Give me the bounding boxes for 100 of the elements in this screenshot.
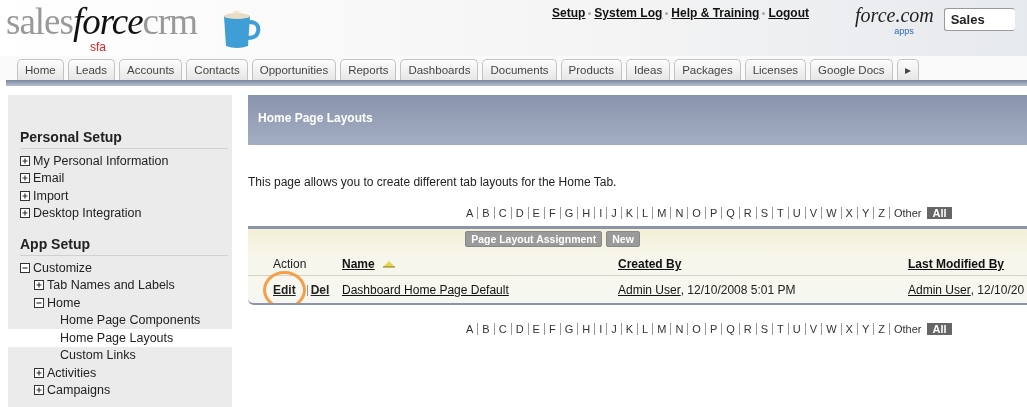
filter-letter[interactable]: N [675, 207, 684, 219]
filter-letter[interactable]: F [548, 323, 556, 335]
nav-tab[interactable]: Packages [674, 59, 741, 80]
filter-letter[interactable]: T [777, 207, 784, 219]
nav-tab[interactable]: Products [560, 59, 622, 80]
filter-letter[interactable]: X [845, 323, 853, 335]
column-header[interactable]: Name [342, 257, 395, 271]
filter-letter[interactable]: F [548, 207, 556, 219]
filter-letter[interactable]: B [482, 323, 490, 335]
sidebar-item[interactable]: Tab Names and Labels [8, 276, 232, 294]
filter-letter[interactable]: U [792, 323, 801, 335]
expand-icon [20, 190, 30, 201]
filter-letter[interactable]: I [599, 323, 603, 335]
sidebar-item[interactable]: Import [8, 187, 232, 205]
filter-letter[interactable]: K [625, 207, 634, 219]
filter-letter[interactable]: R [743, 207, 752, 219]
action-link[interactable]: Del [310, 283, 330, 297]
filter-letter[interactable]: D [515, 323, 524, 335]
nav-tab[interactable]: Reports [340, 59, 397, 80]
filter-letter[interactable]: H [582, 323, 591, 335]
nav-tab[interactable]: Google Docs [810, 59, 893, 80]
sidebar-item[interactable]: Desktop Integration [8, 204, 232, 222]
filter-letter[interactable]: Q [726, 207, 735, 219]
filter-letter[interactable]: V [809, 207, 818, 219]
filter-letter[interactable]: H [582, 207, 591, 219]
app-menu[interactable]: Sales [943, 8, 1015, 31]
header-link[interactable]: Help & Training [671, 6, 760, 20]
sidebar-item[interactable]: Home Page Layouts [8, 329, 232, 347]
filter-letter[interactable]: E [532, 323, 540, 335]
filter-letter[interactable]: W [826, 207, 837, 219]
nav-tab[interactable]: ▸ [896, 59, 919, 80]
column-header[interactable]: Created By [618, 257, 682, 271]
filter-letter[interactable]: Other [893, 323, 922, 335]
header-link[interactable]: Setup [552, 6, 586, 20]
nav-tab[interactable]: Contacts [186, 59, 248, 80]
sidebar-item[interactable]: Email [8, 169, 232, 187]
filter-letter[interactable]: Z [878, 207, 885, 219]
header-link[interactable]: System Log [594, 6, 663, 20]
filter-letter[interactable]: D [515, 207, 524, 219]
filter-letter[interactable]: J [611, 323, 617, 335]
user-link[interactable]: Admin User [618, 283, 681, 297]
filter-letter[interactable]: J [611, 207, 617, 219]
filter-letter[interactable]: E [532, 207, 540, 219]
filter-letter[interactable]: A [466, 323, 474, 335]
sidebar-item[interactable]: Home [8, 294, 232, 312]
filter-letter[interactable]: M [657, 323, 667, 335]
filter-letter[interactable]: T [777, 323, 784, 335]
nav-tab[interactable]: Licenses [744, 59, 807, 80]
filter-letter[interactable]: C [498, 207, 507, 219]
sidebar-item[interactable]: Activities [8, 364, 232, 382]
filter-letter[interactable]: G [564, 207, 574, 219]
filter-letter[interactable]: S [760, 323, 769, 335]
filter-letter[interactable]: X [845, 207, 853, 219]
column-header[interactable]: Last Modified By [908, 257, 1004, 271]
filter-letter[interactable]: A [466, 207, 474, 219]
filter-letter[interactable]: B [482, 207, 490, 219]
filter-letter[interactable]: M [657, 207, 667, 219]
filter-letter[interactable]: Q [726, 323, 735, 335]
filter-letter[interactable]: W [826, 323, 837, 335]
filter-letter[interactable]: G [564, 323, 574, 335]
expand-icon [34, 280, 44, 291]
filter-letter[interactable]: O [692, 207, 701, 219]
filter-letter[interactable]: R [743, 323, 752, 335]
filter-letter[interactable]: Other [893, 207, 922, 219]
nav-tab[interactable]: Leads [67, 59, 116, 80]
filter-letter[interactable]: V [809, 323, 818, 335]
nav-tab[interactable]: Accounts [119, 59, 183, 80]
filter-letter[interactable]: L [642, 323, 649, 335]
sidebar-item[interactable]: Customize [8, 259, 232, 277]
filter-letter[interactable]: C [498, 323, 507, 335]
action-link[interactable]: Edit [263, 271, 306, 303]
nav-tab[interactable]: Dashboards [400, 59, 479, 80]
filter-letter[interactable]: P [709, 323, 718, 335]
sidebar-item[interactable]: Home Page Components [8, 311, 232, 329]
filter-letter[interactable]: Z [878, 323, 885, 335]
filter-letter[interactable]: I [599, 207, 603, 219]
filter-letter[interactable]: K [625, 323, 634, 335]
platform-logo: force.com [855, 4, 934, 26]
filter-letter[interactable]: All [927, 207, 952, 219]
nav-tab[interactable]: Opportunities [251, 59, 337, 80]
nav-tab[interactable]: Ideas [626, 59, 671, 80]
filter-letter[interactable]: All [927, 323, 952, 335]
filter-letter[interactable]: Y [861, 207, 870, 219]
filter-letter[interactable]: N [675, 323, 684, 335]
filter-letter[interactable]: O [692, 323, 701, 335]
header-link[interactable]: Logout [768, 6, 810, 20]
user-link[interactable]: Admin User [908, 283, 971, 297]
section-heading: App Setup [20, 236, 228, 256]
column-header: Action [273, 257, 307, 271]
sidebar-item[interactable]: Custom Links [8, 346, 232, 364]
filter-letter[interactable]: P [709, 207, 718, 219]
nav-tab[interactable]: Home [17, 59, 64, 80]
name-link[interactable]: Dashboard Home Page Default [342, 283, 509, 297]
filter-letter[interactable]: S [760, 207, 769, 219]
filter-letter[interactable]: L [642, 207, 649, 219]
sidebar-item[interactable]: My Personal Information [8, 152, 232, 170]
filter-letter[interactable]: U [792, 207, 801, 219]
nav-tab[interactable]: Documents [482, 59, 557, 80]
filter-letter[interactable]: Y [861, 323, 870, 335]
sidebar-item[interactable]: Campaigns [8, 381, 232, 399]
